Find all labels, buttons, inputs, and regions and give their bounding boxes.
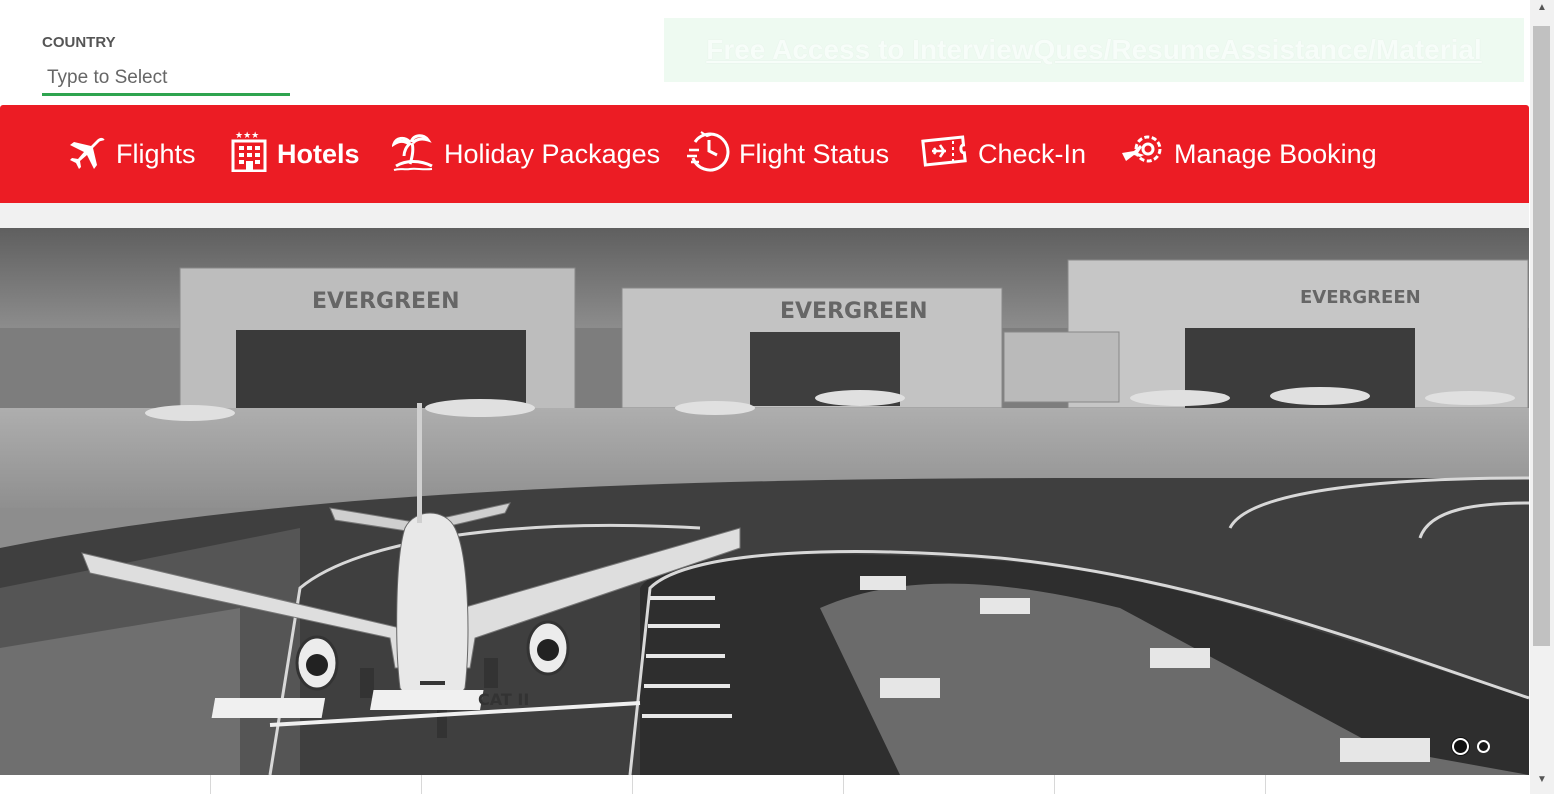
country-label: COUNTRY <box>42 34 116 51</box>
nav-label-manage-booking: Manage Booking <box>1174 138 1377 169</box>
carousel-dot-1[interactable] <box>1452 738 1469 755</box>
nav-check-in[interactable]: Check-In <box>920 105 1086 203</box>
main-nav: Flights ★★★ Hotels Holiday Packages Flig… <box>0 105 1529 203</box>
clock-plane-icon <box>687 130 739 179</box>
nav-holiday-packages[interactable]: Holiday Packages <box>391 105 661 203</box>
nav-label-holiday-packages: Holiday Packages <box>444 138 661 169</box>
hangar-sign-1: EVERGREEN <box>312 289 460 314</box>
promo-link[interactable]: Free Access to InterviewQues/ResumeAssis… <box>706 34 1482 66</box>
nav-manage-booking[interactable]: Manage Booking <box>1120 105 1377 203</box>
bottom-strip <box>0 775 1529 794</box>
airplane-icon <box>66 131 116 178</box>
carousel-dot-2[interactable] <box>1477 740 1490 753</box>
carousel-dots <box>1448 738 1494 755</box>
nav-label-flight-status: Flight Status <box>739 138 890 169</box>
scroll-thumb[interactable] <box>1533 26 1550 646</box>
hangar-sign-3: EVERGREEN <box>1300 287 1421 308</box>
bottom-divider <box>632 775 633 794</box>
page-scrollbar[interactable]: ▲ ▼ <box>1530 0 1554 794</box>
promo-banner: Free Access to InterviewQues/ResumeAssis… <box>664 18 1524 82</box>
country-input[interactable] <box>42 62 290 96</box>
scroll-down-arrow-icon[interactable]: ▼ <box>1530 774 1554 790</box>
nav-flights[interactable]: Flights <box>66 105 196 203</box>
nav-hotels[interactable]: ★★★ Hotels <box>229 105 360 203</box>
ticket-icon <box>920 131 978 178</box>
scroll-up-arrow-icon[interactable]: ▲ <box>1530 2 1554 18</box>
nav-spacer <box>0 203 1529 228</box>
bottom-divider <box>210 775 211 794</box>
hotel-icon: ★★★ <box>229 130 277 179</box>
hangar-sign-2: EVERGREEN <box>780 299 928 324</box>
nav-flight-status[interactable]: Flight Status <box>687 105 889 203</box>
bottom-divider <box>843 775 844 794</box>
bottom-divider <box>1265 775 1266 794</box>
bottom-divider <box>421 775 422 794</box>
hero-image: EVERGREEN EVERGREEN EVERGREEN CAT II <box>0 228 1529 775</box>
palm-island-icon <box>391 130 444 179</box>
gear-plane-icon <box>1120 131 1174 178</box>
runway-marking: CAT II <box>478 690 529 709</box>
nav-label-check-in: Check-In <box>978 138 1087 169</box>
airport-hangar-scene: EVERGREEN EVERGREEN EVERGREEN CAT II <box>0 228 1529 775</box>
nav-label-flights: Flights <box>116 138 196 169</box>
nav-label-hotels: Hotels <box>277 138 360 169</box>
bottom-divider <box>1054 775 1055 794</box>
